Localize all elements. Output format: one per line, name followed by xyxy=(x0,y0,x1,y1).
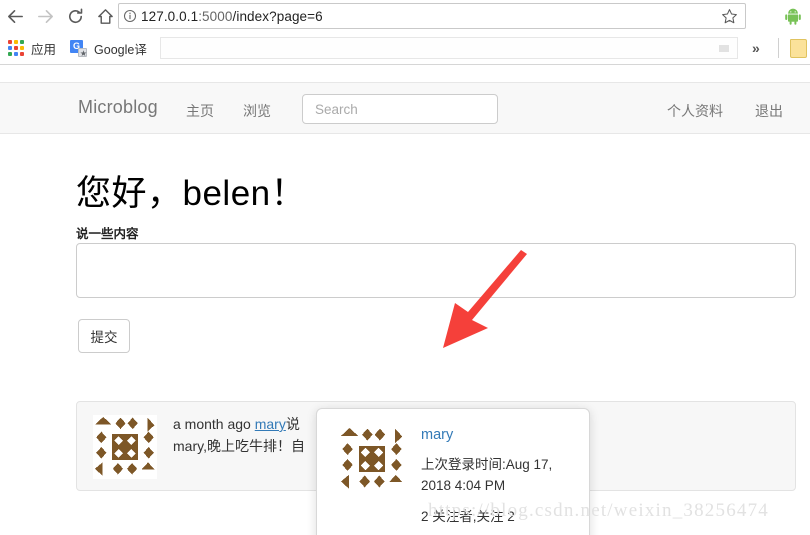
home-button[interactable] xyxy=(90,1,120,31)
back-button[interactable] xyxy=(0,1,30,31)
post-textarea[interactable] xyxy=(76,243,796,298)
post-author-link[interactable]: mary xyxy=(255,416,286,432)
post-form-label: 说一些内容 xyxy=(76,227,139,241)
nav-link-profile[interactable]: 个人资料 xyxy=(667,101,723,121)
popup-username-link[interactable]: mary xyxy=(421,425,573,445)
popup-last-seen: 上次登录时间:Aug 17, 2018 4:04 PM xyxy=(421,457,553,493)
bookmark-star-icon[interactable] xyxy=(721,8,738,30)
bookmarks-blank-marker xyxy=(719,45,729,52)
post-line1-tail: 说 xyxy=(285,416,300,432)
watermark-text: https://blog.csdn.net/weixin_38256474 xyxy=(428,500,769,521)
bookmarks-bar: 应用 G ★ Google译 » xyxy=(0,32,810,65)
apps-grid-icon[interactable] xyxy=(8,40,24,56)
android-extension-icon[interactable] xyxy=(785,8,801,30)
bookmark-apps-label[interactable]: 应用 xyxy=(31,39,56,58)
forward-arrow-icon xyxy=(36,7,55,26)
browser-chrome: 127.0.0.1:5000/index?page=6 应用 G ★ Googl… xyxy=(0,0,810,65)
post-time: a month ago xyxy=(173,416,251,432)
nav-link-explore[interactable]: 浏览 xyxy=(243,101,271,121)
browser-toolbar: 127.0.0.1:5000/index?page=6 xyxy=(0,0,810,32)
post-avatar[interactable] xyxy=(93,415,157,479)
popup-avatar[interactable] xyxy=(339,426,405,492)
reload-button[interactable] xyxy=(60,1,90,31)
search-placeholder: Search xyxy=(315,101,358,117)
forward-button xyxy=(30,1,60,31)
url-port: :5000 xyxy=(198,8,233,24)
home-icon xyxy=(96,7,115,26)
reload-icon xyxy=(66,7,85,26)
site-navbar: Microblog 主页 浏览 Search 个人资料 退出 xyxy=(0,82,810,134)
post-line2: mary,晚上吃牛排！自 xyxy=(173,438,305,454)
bookmark-folder-icon[interactable] xyxy=(790,39,807,58)
nav-link-logout[interactable]: 退出 xyxy=(755,101,783,121)
nav-link-home[interactable]: 主页 xyxy=(186,101,214,121)
page-title: 您好，belen！ xyxy=(76,174,307,213)
bookmarks-blank-area xyxy=(160,37,738,59)
google-translate-icon[interactable]: G ★ xyxy=(70,39,88,58)
address-bar-url: 127.0.0.1:5000/index?page=6 xyxy=(141,9,323,24)
translate-star: ★ xyxy=(79,48,88,58)
bookmarks-overflow-button[interactable]: » xyxy=(752,40,760,56)
search-input[interactable]: Search xyxy=(302,94,498,124)
brand-logo[interactable]: Microblog xyxy=(78,97,158,118)
address-bar[interactable]: 127.0.0.1:5000/index?page=6 xyxy=(118,3,746,29)
url-host: 127.0.0.1 xyxy=(141,8,199,24)
url-path: /index?page=6 xyxy=(232,8,323,24)
submit-button[interactable]: 提交 xyxy=(78,319,130,353)
bookmarks-divider xyxy=(778,38,779,58)
back-arrow-icon xyxy=(6,7,25,26)
bookmark-translate-label[interactable]: Google译 xyxy=(94,39,147,58)
page-info-icon[interactable] xyxy=(119,9,141,23)
page-content: Microblog 主页 浏览 Search 个人资料 退出 您好，belen！… xyxy=(0,65,810,535)
